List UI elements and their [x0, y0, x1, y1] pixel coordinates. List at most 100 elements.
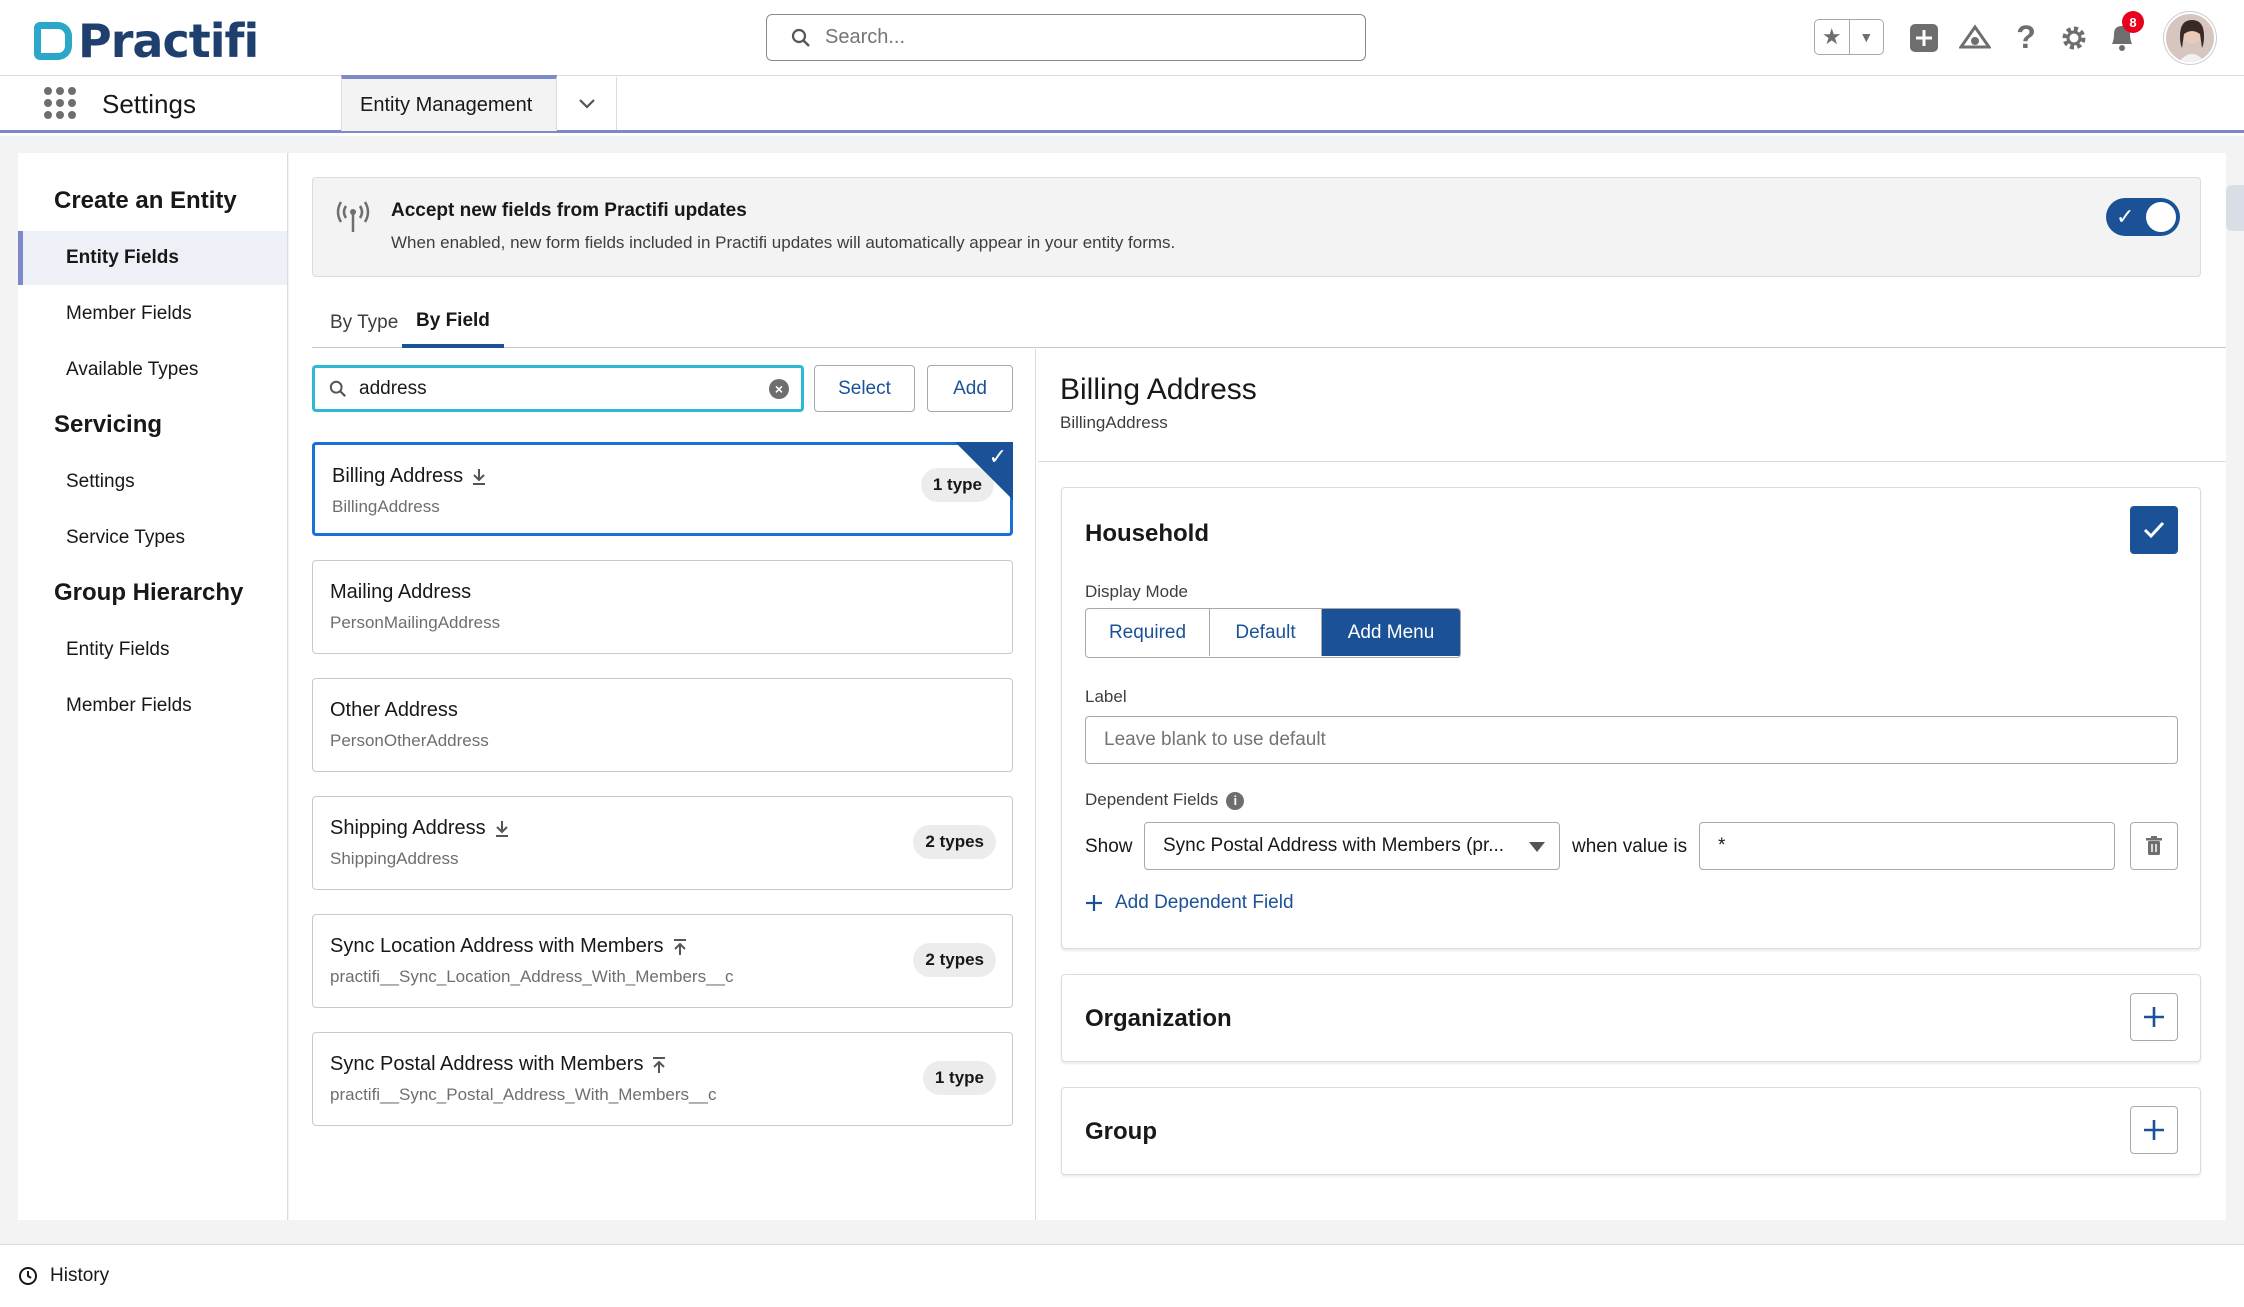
field-name: Mailing Address	[330, 581, 472, 603]
global-header: Practifi ★ ▼ ? 8	[0, 0, 2244, 76]
group-panel: Group	[1061, 1087, 2201, 1175]
show-label: Show	[1085, 836, 1133, 857]
user-avatar[interactable]	[2164, 12, 2216, 64]
banner-description: When enabled, new form fields included i…	[391, 233, 1176, 252]
select-button[interactable]: Select	[814, 365, 915, 412]
household-enabled-checkbox[interactable]	[2130, 506, 2178, 554]
mode-add-menu-button[interactable]: Add Menu	[1322, 609, 1460, 656]
sidebar-item-entity-fields[interactable]: Entity Fields	[18, 231, 287, 285]
main-content: Accept new fields from Practifi updates …	[289, 153, 2226, 1220]
field-card-sync-location-address[interactable]: Sync Location Address with Members pract…	[312, 914, 1013, 1008]
global-search-input[interactable]	[825, 26, 1345, 49]
field-card-sync-postal-address[interactable]: Sync Postal Address with Members practif…	[312, 1032, 1013, 1126]
favorites-dropdown-icon[interactable]: ▼	[1850, 20, 1884, 54]
clear-search-icon[interactable]: ×	[769, 379, 789, 399]
field-name: Shipping Address	[330, 817, 486, 839]
search-icon	[329, 380, 346, 397]
sidebar-item-servicing-settings[interactable]: Settings	[18, 455, 287, 509]
field-api-name: practifi__Sync_Location_Address_With_Mem…	[330, 967, 734, 986]
type-count-badge: 1 type	[922, 1061, 996, 1095]
settings-sidebar: Create an Entity Entity Fields Member Fi…	[18, 153, 288, 1220]
nav-tab-entity-management[interactable]: Entity Management	[341, 75, 557, 131]
side-panel-handle[interactable]	[2226, 185, 2244, 231]
field-card-mailing-address[interactable]: Mailing Address PersonMailingAddress	[312, 560, 1013, 654]
download-icon	[473, 468, 486, 485]
group-add-button[interactable]	[2130, 1106, 2178, 1154]
detail-title: Billing Address	[1060, 373, 1257, 406]
panel-title: Group	[1085, 1118, 1157, 1145]
upload-icon	[673, 938, 686, 955]
panel-title: Household	[1085, 520, 1209, 547]
tab-by-field[interactable]: By Field	[402, 297, 504, 348]
field-detail-panel: Billing Address BillingAddress Household…	[1038, 349, 2226, 1220]
sidebar-section-group-hierarchy: Group Hierarchy	[54, 579, 244, 606]
practifi-logo[interactable]: Practifi	[34, 14, 259, 68]
check-icon: ✓	[988, 444, 1007, 469]
mode-default-button[interactable]: Default	[1210, 609, 1322, 656]
history-button[interactable]: History	[18, 1265, 109, 1287]
accept-updates-toggle[interactable]: ✓	[2106, 198, 2180, 236]
app-navigation-bar: Settings Entity Management	[0, 75, 2244, 133]
sidebar-item-available-types[interactable]: Available Types	[18, 343, 287, 397]
favorites-button[interactable]: ★ ▼	[1814, 19, 1884, 55]
sidebar-item-group-entity-fields[interactable]: Entity Fields	[18, 623, 287, 677]
dependent-field-select[interactable]: Sync Postal Address with Members (pr...	[1144, 822, 1560, 870]
label-input[interactable]: Leave blank to use default	[1085, 716, 2178, 764]
field-api-name: PersonMailingAddress	[330, 613, 501, 632]
panel-title: Organization	[1085, 1005, 1232, 1032]
field-search-input[interactable]: address ×	[312, 365, 804, 412]
field-api-name: BillingAddress	[332, 497, 440, 516]
nav-tab-menu-chevron-down-icon[interactable]	[557, 77, 617, 130]
view-tabs: By Type By Field	[312, 297, 2226, 348]
field-name: Billing Address	[332, 465, 464, 487]
mode-required-button[interactable]: Required	[1086, 609, 1210, 656]
household-panel: Household Display Mode Required Default …	[1061, 487, 2201, 949]
sidebar-item-service-types[interactable]: Service Types	[18, 511, 287, 565]
download-icon	[495, 820, 508, 837]
field-card-other-address[interactable]: Other Address PersonOtherAddress	[312, 678, 1013, 772]
utility-bar: History	[0, 1244, 2244, 1307]
check-icon	[2143, 521, 2165, 539]
global-actions-icon[interactable]	[1908, 22, 1940, 54]
check-icon: ✓	[2116, 204, 2135, 229]
app-launcher-icon[interactable]	[44, 87, 76, 119]
sidebar-section-create-entity: Create an Entity	[54, 187, 237, 214]
field-name: Sync Location Address with Members	[330, 935, 664, 957]
sidebar-item-group-member-fields[interactable]: Member Fields	[18, 679, 287, 733]
info-icon[interactable]: i	[1226, 791, 1245, 810]
field-api-name: ShippingAddress	[330, 849, 459, 868]
when-value-label: when value is	[1572, 836, 1688, 857]
field-search-value: address	[359, 377, 427, 399]
add-dependent-field-link[interactable]: Add Dependent Field	[1085, 892, 1294, 914]
app-name: Settings	[102, 89, 196, 119]
clock-icon	[19, 1267, 37, 1285]
updates-banner: Accept new fields from Practifi updates …	[312, 177, 2201, 277]
logo-mark-icon	[34, 22, 72, 60]
organization-add-button[interactable]	[2130, 993, 2178, 1041]
organization-panel: Organization	[1061, 974, 2201, 1062]
field-card-shipping-address[interactable]: Shipping Address ShippingAddress 2 types	[312, 796, 1013, 890]
tab-by-type[interactable]: By Type	[330, 297, 398, 348]
dropdown-arrow-icon	[1529, 842, 1545, 852]
field-list-column: address × Select Add Billing Address Bil…	[289, 349, 1036, 1220]
setup-gear-icon[interactable]	[2058, 22, 2090, 54]
search-icon	[791, 28, 810, 47]
help-icon[interactable]: ?	[2012, 19, 2040, 55]
banner-title: Accept new fields from Practifi updates	[391, 200, 747, 221]
sidebar-section-servicing: Servicing	[54, 411, 163, 438]
global-search[interactable]	[766, 14, 1366, 61]
star-icon[interactable]: ★	[1815, 20, 1850, 54]
field-api-name: practifi__Sync_Postal_Address_With_Membe…	[330, 1085, 717, 1104]
add-button[interactable]: Add	[927, 365, 1013, 412]
field-name: Sync Postal Address with Members	[330, 1053, 644, 1075]
upload-icon	[653, 1056, 666, 1073]
field-api-name: PersonOtherAddress	[330, 731, 489, 750]
when-value-input[interactable]: *	[1699, 822, 2115, 870]
broadcast-antenna-icon	[336, 201, 370, 232]
field-card-billing-address[interactable]: Billing Address BillingAddress 1 type ✓	[312, 442, 1013, 536]
type-count-badge: 2 types	[913, 825, 996, 859]
delete-dependent-button[interactable]	[2130, 822, 2178, 870]
trailhead-icon[interactable]	[1958, 22, 1992, 54]
sidebar-item-member-fields[interactable]: Member Fields	[18, 287, 287, 341]
divider	[1038, 461, 2226, 462]
